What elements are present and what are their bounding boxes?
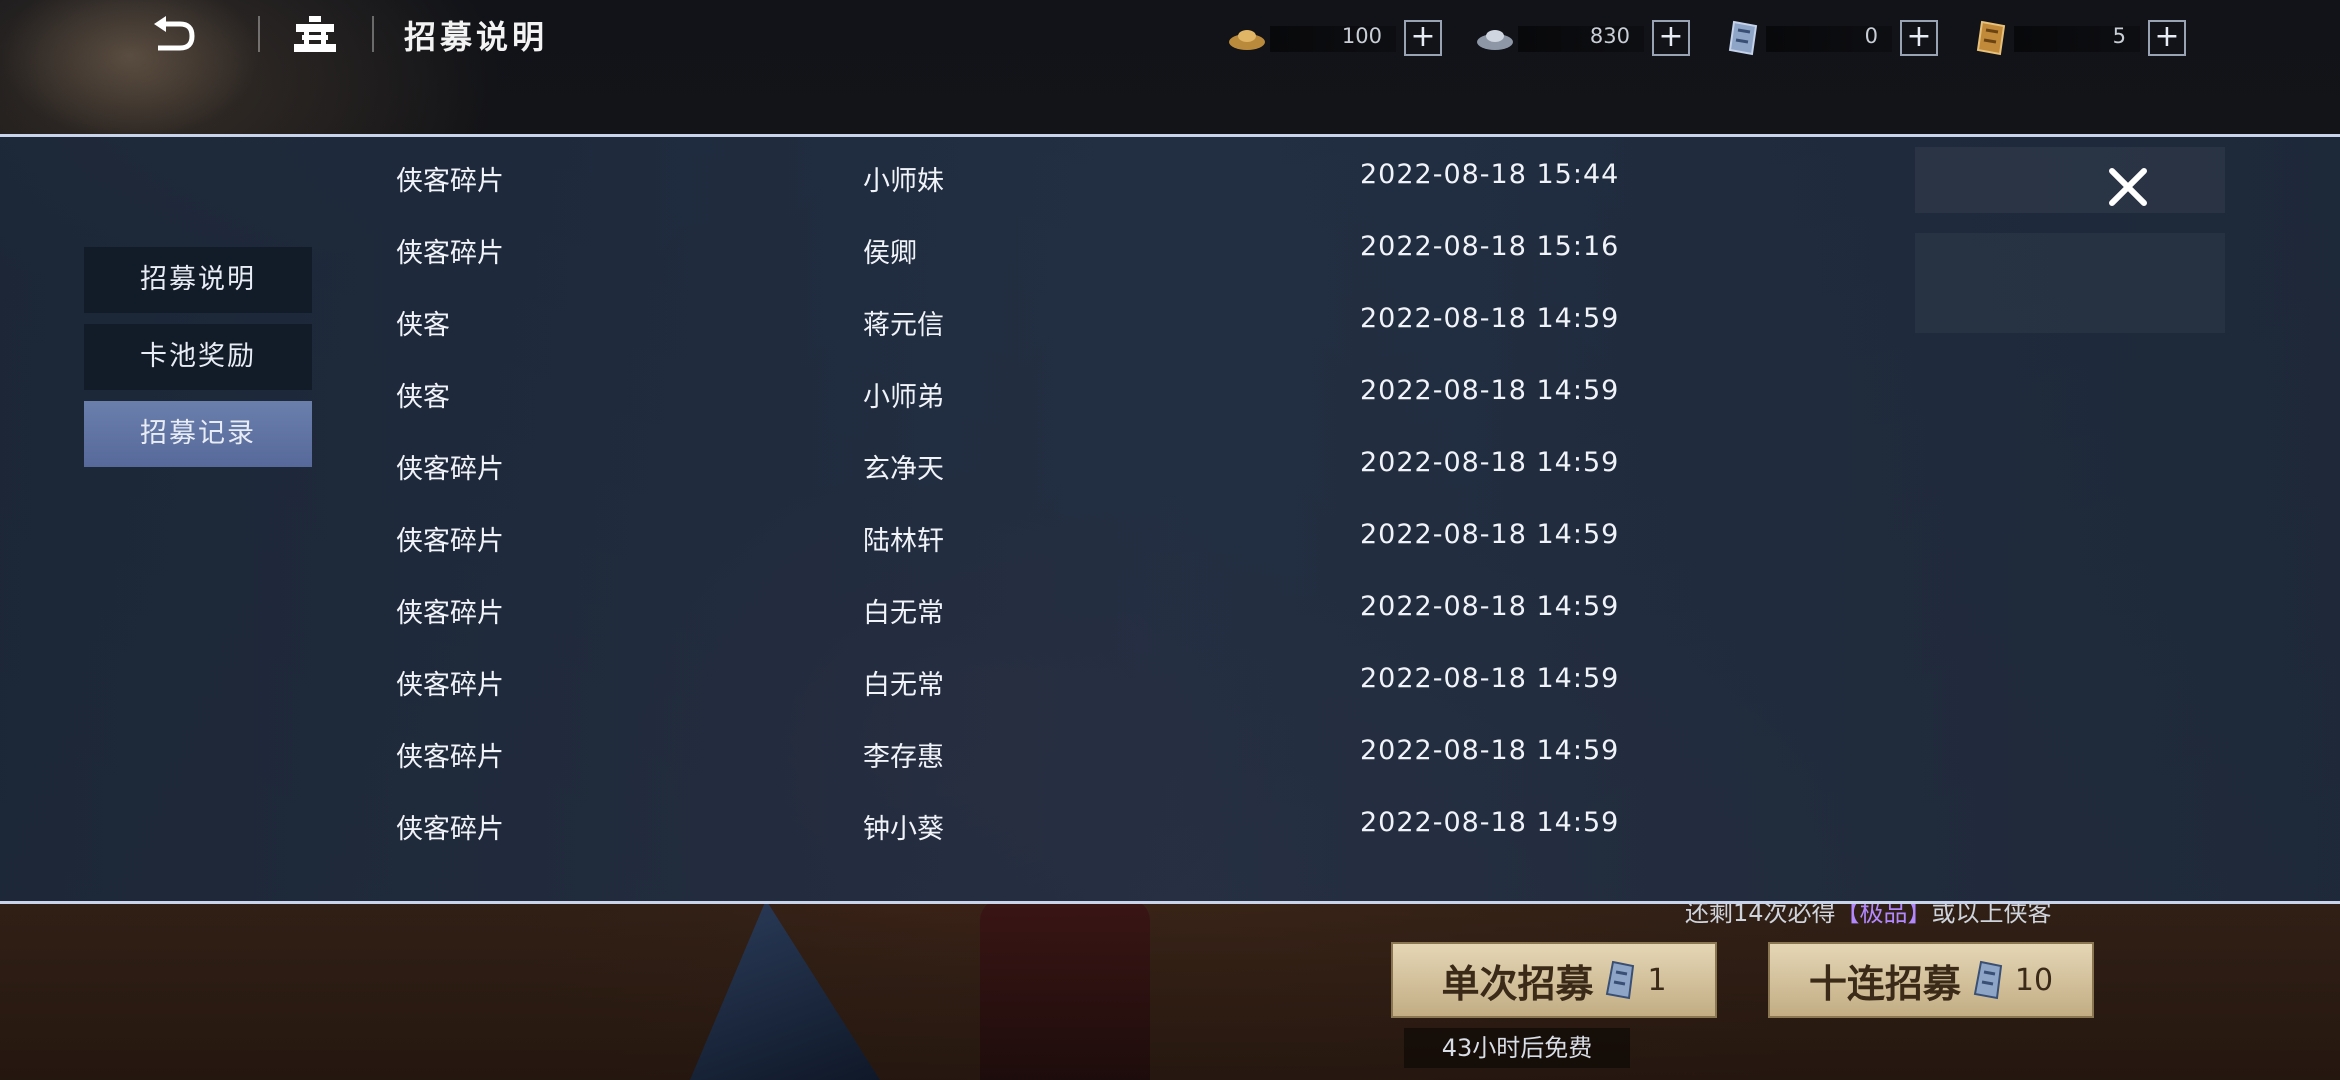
- single-recruit-cost: 1: [1647, 962, 1667, 998]
- record-type: 侠客碎片: [396, 166, 504, 197]
- gold-recruit-ticket-icon: [1976, 20, 2006, 56]
- close-button[interactable]: [2100, 159, 2156, 215]
- record-list[interactable]: 侠客碎片 小师妹 2022-08-18 15:44 侠客碎片 侯卿 2022-0…: [396, 137, 1696, 857]
- currency-value: 830: [1589, 24, 1630, 48]
- divider: [258, 16, 260, 52]
- currency-value: 0: [1864, 24, 1878, 48]
- record-time: 2022-08-18 15:44: [1360, 159, 1620, 190]
- back-arrow-icon: [154, 16, 195, 51]
- menu-item-recruit-records[interactable]: 招募记录: [84, 401, 312, 467]
- record-hero-name: 玄净天: [863, 454, 944, 485]
- record-hero-name: 蒋元信: [863, 310, 944, 341]
- add-currency-button[interactable]: +: [1900, 20, 1938, 56]
- blue-recruit-ticket-icon: [1606, 960, 1635, 1000]
- record-hero-name: 小师妹: [863, 166, 944, 197]
- record-row: 侠客碎片 李存惠 2022-08-18 14:59: [396, 713, 1696, 785]
- record-time: 2022-08-18 14:59: [1360, 519, 1620, 550]
- currency-blue-ticket: 0 +: [1722, 20, 1962, 56]
- blue-recruit-ticket-icon: [1728, 20, 1758, 56]
- record-row: 侠客碎片 陆林轩 2022-08-18 14:59: [396, 497, 1696, 569]
- record-type: 侠客碎片: [396, 526, 504, 557]
- record-row: 侠客碎片 白无常 2022-08-18 14:59: [396, 569, 1696, 641]
- record-row: 侠客 小师弟 2022-08-18 14:59: [396, 353, 1696, 425]
- currency-value: 100: [1341, 24, 1382, 48]
- record-time: 2022-08-18 14:59: [1360, 447, 1620, 478]
- add-currency-button[interactable]: +: [2148, 20, 2186, 56]
- record-time: 2022-08-18 14:59: [1360, 663, 1620, 694]
- recruit-record-modal: 招募说明 卡池奖励 招募记录 侠客碎片 小师妹 2022-08-18 15:44…: [0, 134, 2340, 904]
- record-row: 侠客碎片 白无常 2022-08-18 14:59: [396, 641, 1696, 713]
- back-button[interactable]: [150, 14, 200, 58]
- side-menu: 招募说明 卡池奖励 招募记录: [84, 247, 312, 478]
- background-panel: [1915, 147, 2225, 213]
- close-icon: [2109, 168, 2147, 206]
- currency-gold-ingot: 100 +: [1226, 20, 1466, 56]
- ten-recruit-label: 十连招募: [1808, 961, 1961, 1006]
- record-row: 侠客碎片 小师妹 2022-08-18 15:44: [396, 137, 1696, 209]
- record-hero-name: 李存惠: [863, 742, 944, 773]
- record-type: 侠客碎片: [396, 814, 504, 845]
- record-hero-name: 白无常: [863, 598, 944, 629]
- page-title: 招募说明: [404, 18, 549, 56]
- currency-silver-ingot: 830 +: [1474, 20, 1714, 56]
- blue-recruit-ticket-icon: [1973, 960, 2003, 1000]
- record-type: 侠客碎片: [396, 598, 504, 629]
- gold-ingot-icon: [1229, 30, 1265, 50]
- single-recruit-label: 单次招募: [1441, 961, 1594, 1006]
- record-time: 2022-08-18 14:59: [1360, 303, 1620, 334]
- home-pavilion-icon: [294, 16, 336, 52]
- record-type: 侠客碎片: [396, 742, 504, 773]
- record-time: 2022-08-18 14:59: [1360, 591, 1620, 622]
- record-type: 侠客碎片: [396, 454, 504, 485]
- top-bar: 招募说明 100 + 830 + 0 + 5 +: [0, 0, 2340, 72]
- record-type: 侠客: [396, 310, 450, 341]
- record-row: 侠客碎片 玄净天 2022-08-18 14:59: [396, 425, 1696, 497]
- record-row: 侠客碎片 侯卿 2022-08-18 15:16: [396, 209, 1696, 281]
- record-type: 侠客碎片: [396, 238, 504, 269]
- record-time: 2022-08-18 14:59: [1360, 735, 1620, 766]
- ten-recruit-button[interactable]: 十连招募 10: [1768, 942, 2094, 1018]
- record-hero-name: 钟小葵: [863, 814, 944, 845]
- record-type: 侠客碎片: [396, 670, 504, 701]
- background-panel: [1915, 233, 2225, 333]
- silver-ingot-icon: [1477, 30, 1513, 50]
- red-pillar: [980, 900, 1150, 1080]
- single-recruit-button[interactable]: 单次招募 1: [1391, 942, 1717, 1018]
- add-currency-button[interactable]: +: [1652, 20, 1690, 56]
- record-type: 侠客: [396, 382, 450, 413]
- record-time: 2022-08-18 14:59: [1360, 807, 1620, 838]
- menu-item-recruit-info[interactable]: 招募说明: [84, 247, 312, 313]
- record-row: 侠客 蒋元信 2022-08-18 14:59: [396, 281, 1696, 353]
- record-hero-name: 小师弟: [863, 382, 944, 413]
- free-timer-note: 43小时后免费: [1404, 1028, 1630, 1068]
- record-hero-name: 陆林轩: [863, 526, 944, 557]
- home-button[interactable]: [290, 14, 340, 58]
- divider: [372, 16, 374, 52]
- record-time: 2022-08-18 14:59: [1360, 375, 1620, 406]
- currency-gold-ticket: 5 +: [1970, 20, 2210, 56]
- record-hero-name: 白无常: [863, 670, 944, 701]
- record-row: 侠客碎片 钟小葵 2022-08-18 14:59: [396, 785, 1696, 857]
- menu-item-pool-rewards[interactable]: 卡池奖励: [84, 324, 312, 390]
- currency-value: 5: [2112, 24, 2126, 48]
- add-currency-button[interactable]: +: [1404, 20, 1442, 56]
- record-hero-name: 侯卿: [863, 238, 917, 269]
- record-time: 2022-08-18 15:16: [1360, 231, 1620, 262]
- ten-recruit-cost: 10: [2014, 962, 2054, 998]
